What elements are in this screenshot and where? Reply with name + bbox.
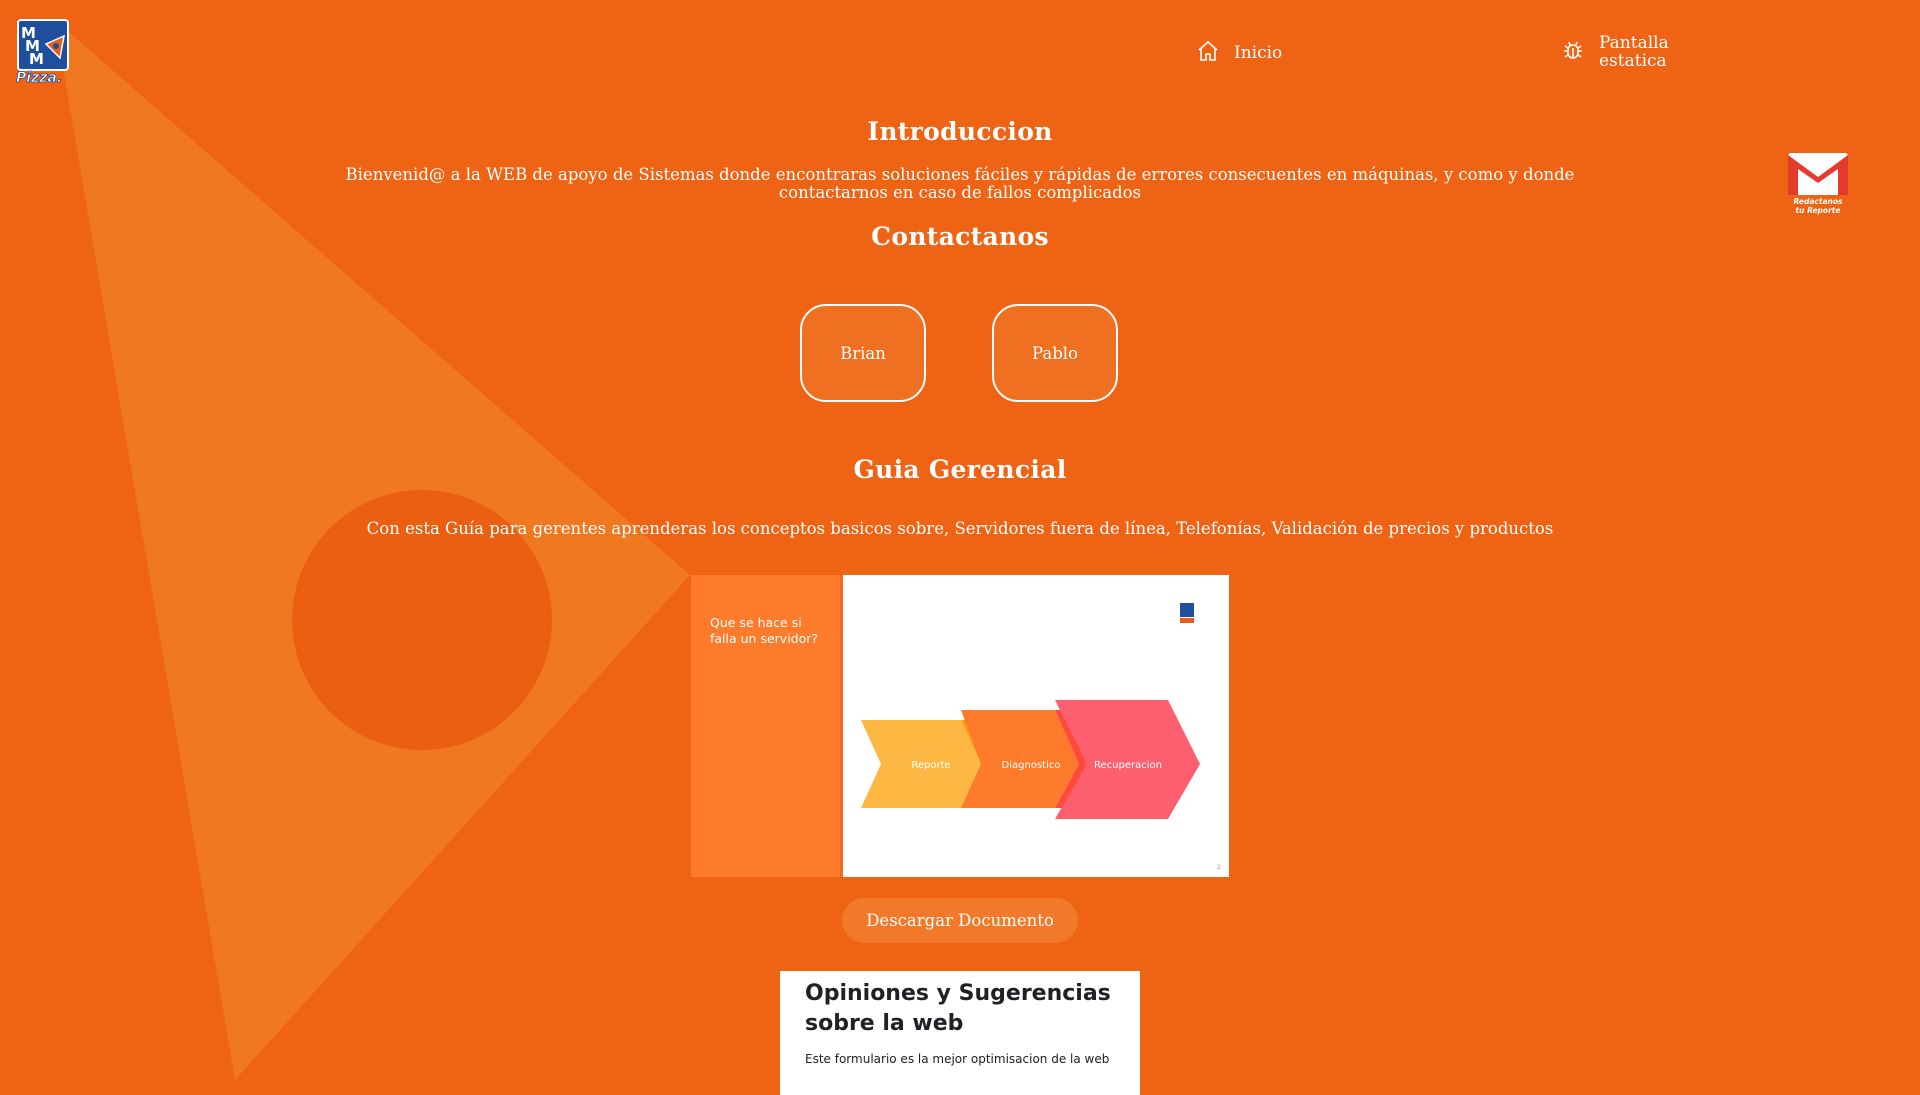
slide-page-number: 2 — [1217, 864, 1221, 871]
mail-badge-caption: Redactanos tu Reporte — [1793, 197, 1843, 215]
bug-icon — [1561, 38, 1585, 66]
step-recuperacion-label: Recuperacion — [1094, 760, 1162, 771]
slide-side-panel: Que se hace si falla un servidor? — [691, 575, 840, 877]
intro-title: Introduccion — [867, 117, 1053, 146]
form-top-bar — [780, 965, 1140, 971]
contact-brian-button[interactable]: Brian — [800, 304, 926, 402]
process-flow-diagram: Reporte Diagnostico Recuperacion 2 — [861, 603, 1221, 871]
slide-logo-icon — [1180, 603, 1194, 623]
mmm-pizza-logo[interactable]: M M M Pizza. — [16, 18, 76, 86]
home-icon — [1196, 39, 1220, 68]
nav-inicio-label: Inicio — [1234, 43, 1283, 63]
step-diagnostico-label: Diagnostico — [1002, 760, 1061, 771]
report-mail-button[interactable]: Redactanos tu Reporte — [1786, 151, 1850, 221]
step-reporte-label: Reporte — [911, 760, 950, 771]
logo-graphic: M M M Pizza. — [16, 19, 69, 86]
form-description: Este formulario es la mejor optimisacion… — [805, 1052, 1110, 1066]
contact-title: Contactanos — [871, 222, 1049, 251]
mail-icon — [1788, 153, 1848, 195]
nav-inicio[interactable]: Inicio — [1196, 39, 1283, 68]
guide-text: Con esta Guía para gerentes aprenderas l… — [366, 519, 1554, 538]
guide-slide-preview: Que se hace si falla un servidor? Report… — [691, 575, 1229, 877]
guide-title: Guia Gerencial — [853, 455, 1067, 484]
feedback-form-card[interactable]: Opiniones y Sugerencias sobre la web Est… — [780, 965, 1140, 1095]
nav-pantalla-label: Pantalla estatica — [1599, 33, 1669, 71]
svg-text:M: M — [29, 50, 44, 68]
intro-text: Bienvenid@ a la WEB de apoyo de Sistemas… — [345, 165, 1575, 202]
download-document-button[interactable]: Descargar Documento — [842, 898, 1078, 943]
contact-pablo-button[interactable]: Pablo — [992, 304, 1118, 402]
form-title: Opiniones y Sugerencias sobre la web — [805, 981, 1111, 1036]
nav-pantalla-estatica[interactable]: Pantalla estatica — [1561, 34, 1679, 70]
slide-content: Reporte Diagnostico Recuperacion 2 — [843, 575, 1229, 877]
svg-text:Pizza.: Pizza. — [16, 70, 62, 84]
slide-side-text: Que se hace si falla un servidor? — [710, 615, 819, 646]
